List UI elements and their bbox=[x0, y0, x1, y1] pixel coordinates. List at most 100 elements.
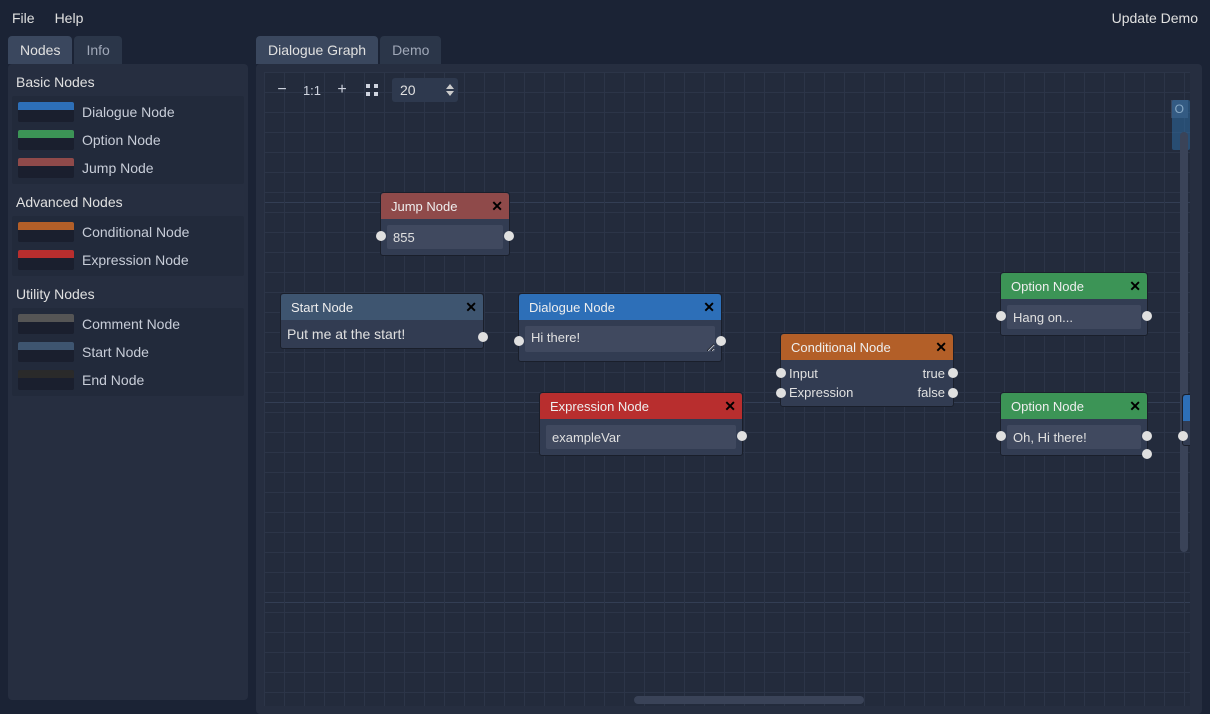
close-icon[interactable]: ✕ bbox=[491, 198, 503, 215]
output-port[interactable] bbox=[1142, 431, 1152, 441]
output-port[interactable] bbox=[716, 336, 726, 346]
menu-file[interactable]: File bbox=[12, 10, 35, 26]
close-icon[interactable]: ✕ bbox=[465, 299, 477, 316]
conditional-node-icon bbox=[18, 222, 74, 242]
palette-label: Conditional Node bbox=[82, 224, 189, 240]
option-text-input[interactable] bbox=[1007, 425, 1141, 449]
input-port[interactable] bbox=[1178, 431, 1188, 441]
comment-node-icon bbox=[18, 314, 74, 334]
true-port[interactable] bbox=[948, 368, 958, 378]
end-node-icon bbox=[18, 370, 74, 390]
expression-value-input[interactable] bbox=[546, 425, 736, 449]
close-icon[interactable]: ✕ bbox=[703, 299, 715, 316]
dialogue-text-input[interactable] bbox=[525, 326, 715, 352]
sidebar-panel: Basic Nodes Dialogue Node Option Node Ju… bbox=[8, 64, 248, 700]
node-title-label: Jump Node bbox=[391, 199, 457, 214]
input-port[interactable] bbox=[996, 311, 1006, 321]
tab-nodes[interactable]: Nodes bbox=[8, 36, 72, 64]
output-port[interactable] bbox=[737, 431, 747, 441]
zoom-reset-button[interactable]: 1:1 bbox=[302, 80, 322, 100]
palette-label: End Node bbox=[82, 372, 144, 388]
snap-icon[interactable] bbox=[362, 80, 382, 100]
snap-value: 20 bbox=[400, 82, 416, 98]
expression-node-icon bbox=[18, 250, 74, 270]
dialogue-node-title[interactable]: Dialogue Node ✕ bbox=[519, 294, 721, 320]
start-node-title[interactable]: Start Node ✕ bbox=[281, 294, 483, 320]
dialogue-node-icon bbox=[18, 102, 74, 122]
section-basic-header: Basic Nodes bbox=[8, 68, 248, 96]
menu-help[interactable]: Help bbox=[55, 10, 84, 26]
section-advanced-header: Advanced Nodes bbox=[8, 188, 248, 216]
palette-end-node[interactable]: End Node bbox=[12, 366, 244, 394]
node-title-label: Start Node bbox=[291, 300, 353, 315]
peek-dialogue-node[interactable]: D bbox=[1182, 394, 1190, 446]
input-port[interactable] bbox=[996, 431, 1006, 441]
section-utility: Comment Node Start Node End Node bbox=[12, 308, 244, 396]
palette-option-node[interactable]: Option Node bbox=[12, 126, 244, 154]
dialogue-node[interactable]: Dialogue Node ✕ bbox=[518, 293, 722, 362]
graph-toolbar: − 1:1 + 20 bbox=[272, 78, 458, 102]
snap-spinner[interactable] bbox=[446, 84, 454, 96]
palette-label: Comment Node bbox=[82, 316, 180, 332]
output-port[interactable] bbox=[504, 231, 514, 241]
expression-label: Expression bbox=[789, 385, 853, 400]
option-node-icon bbox=[18, 130, 74, 150]
palette-jump-node[interactable]: Jump Node bbox=[12, 154, 244, 182]
start-node-text: Put me at the start! bbox=[287, 326, 405, 342]
input-port[interactable] bbox=[514, 336, 524, 346]
tab-demo[interactable]: Demo bbox=[380, 36, 441, 64]
snap-value-input[interactable]: 20 bbox=[392, 78, 458, 102]
conditional-node[interactable]: Conditional Node ✕ Input true Expression… bbox=[780, 333, 954, 407]
close-icon[interactable]: ✕ bbox=[1129, 278, 1141, 295]
option-node-title[interactable]: Option Node ✕ bbox=[1001, 273, 1147, 299]
jump-node-icon bbox=[18, 158, 74, 178]
output-port-2[interactable] bbox=[1142, 449, 1152, 459]
palette-start-node[interactable]: Start Node bbox=[12, 338, 244, 366]
expression-port[interactable] bbox=[776, 388, 786, 398]
jump-node[interactable]: Jump Node ✕ bbox=[380, 192, 510, 256]
option-node-2[interactable]: Option Node ✕ bbox=[1000, 392, 1148, 456]
output-port[interactable] bbox=[478, 332, 488, 342]
output-port[interactable] bbox=[1142, 311, 1152, 321]
spin-up-icon[interactable] bbox=[446, 84, 454, 89]
false-port[interactable] bbox=[948, 388, 958, 398]
jump-value-input[interactable] bbox=[387, 225, 503, 249]
graph-nodes: Start Node ✕ Put me at the start! Jump N… bbox=[264, 72, 1190, 706]
close-icon[interactable]: ✕ bbox=[1129, 398, 1141, 415]
node-title-label: Conditional Node bbox=[791, 340, 891, 355]
false-label: false bbox=[918, 385, 945, 400]
section-advanced: Conditional Node Expression Node bbox=[12, 216, 244, 276]
close-icon[interactable]: ✕ bbox=[724, 398, 736, 415]
palette-comment-node[interactable]: Comment Node bbox=[12, 310, 244, 338]
true-label: true bbox=[923, 366, 945, 381]
option-text-input[interactable] bbox=[1007, 305, 1141, 329]
palette-expression-node[interactable]: Expression Node bbox=[12, 246, 244, 274]
tab-dialogue-graph[interactable]: Dialogue Graph bbox=[256, 36, 378, 64]
expression-node-title[interactable]: Expression Node ✕ bbox=[540, 393, 742, 419]
start-node[interactable]: Start Node ✕ Put me at the start! bbox=[280, 293, 484, 349]
expression-node[interactable]: Expression Node ✕ bbox=[539, 392, 743, 456]
graph[interactable]: − 1:1 + 20 bbox=[264, 72, 1190, 706]
zoom-out-button[interactable]: − bbox=[272, 80, 292, 100]
node-title-label: Dialogue Node bbox=[529, 300, 615, 315]
close-icon[interactable]: ✕ bbox=[935, 339, 947, 356]
input-port[interactable] bbox=[776, 368, 786, 378]
spin-down-icon[interactable] bbox=[446, 91, 454, 96]
sidebar-tabs: Nodes Info bbox=[8, 36, 248, 64]
menubar-left: File Help bbox=[12, 10, 83, 26]
section-basic: Dialogue Node Option Node Jump Node bbox=[12, 96, 244, 184]
jump-node-title[interactable]: Jump Node ✕ bbox=[381, 193, 509, 219]
option-node-1[interactable]: Option Node ✕ bbox=[1000, 272, 1148, 336]
node-title-label: Option Node bbox=[1011, 279, 1084, 294]
update-demo-button[interactable]: Update Demo bbox=[1112, 10, 1198, 26]
conditional-node-title[interactable]: Conditional Node ✕ bbox=[781, 334, 953, 360]
palette-label: Dialogue Node bbox=[82, 104, 175, 120]
node-title-label: Expression Node bbox=[550, 399, 649, 414]
palette-dialogue-node[interactable]: Dialogue Node bbox=[12, 98, 244, 126]
tab-info[interactable]: Info bbox=[74, 36, 121, 64]
zoom-in-button[interactable]: + bbox=[332, 80, 352, 100]
input-port[interactable] bbox=[376, 231, 386, 241]
palette-conditional-node[interactable]: Conditional Node bbox=[12, 218, 244, 246]
section-utility-header: Utility Nodes bbox=[8, 280, 248, 308]
option-node-title[interactable]: Option Node ✕ bbox=[1001, 393, 1147, 419]
